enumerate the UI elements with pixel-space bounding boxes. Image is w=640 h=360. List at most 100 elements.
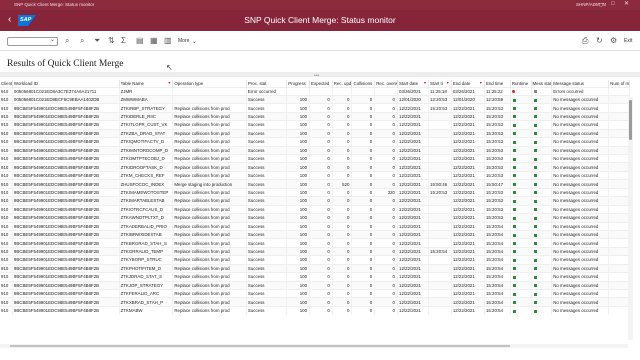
- exit-button[interactable]: Exit: [624, 38, 632, 44]
- table-cell: Replace collisions from prod: [172, 221, 247, 231]
- table-row[interactable]: 910 9BCBE5F549901EDC98E549BF5F4B8F2B ZTKM_…: [0, 170, 630, 180]
- table-cell: 15:20:54: [484, 238, 511, 248]
- sort-marker-icon: ▾: [168, 80, 171, 85]
- table-row[interactable]: 910 9BCBE5F549901EDC98E549BF5F4B8F2B ZTKIM…: [0, 196, 630, 206]
- table-cell: 0: [351, 153, 376, 163]
- more-button[interactable]: More: [178, 38, 189, 44]
- table-cell: Success: [246, 145, 288, 155]
- print-icon[interactable]: ▦: [150, 36, 158, 45]
- column-header-label: Client: [1, 80, 13, 86]
- table-row[interactable]: 910 9BCBE5F549901EDC98E549BF5F4B8F2B ZTKJD…: [0, 272, 630, 282]
- vertical-scrollbar[interactable]: [628, 97, 633, 340]
- table-row[interactable]: 910 9BCBE5F549901EDC98E549BF5F4B8F2B ZTKIT…: [0, 120, 630, 130]
- table-row[interactable]: 910 9BCBE5F549901EDC98E549BF5F4B8F2B ZTKYB…: [0, 255, 630, 265]
- column-header[interactable]: End date ▾: [451, 80, 485, 87]
- vertical-scroll-thumb[interactable]: [629, 100, 632, 140]
- table-row[interactable]: 910 9BCBE5F549901EDC98E549BF5F4B8F2B ZTKPH…: [0, 263, 630, 273]
- column-header[interactable]: Operation type: [172, 80, 247, 87]
- table-cell: 15:20:54: [484, 255, 511, 265]
- table-cell: 0: [351, 288, 376, 298]
- table-cell: [608, 280, 630, 290]
- column-header[interactable]: Client: [0, 80, 13, 87]
- table-row[interactable]: 910 9BCBE5F549901EDC98E549BF5F4B8F2B ZTKAD…: [0, 221, 630, 231]
- column-header[interactable]: Rec. upd: [332, 80, 353, 87]
- table-row[interactable]: 910 9BCBE5F549901EDC98E549BF5F4B8F2B ZTKAW…: [0, 213, 630, 222]
- table-cell: 12:20:53: [428, 94, 452, 104]
- table-row[interactable]: 910 9BCBE5F549901EDC98E549BF5F4B8F2B ZTKIO…: [0, 204, 630, 214]
- table-cell: No messages occurred: [551, 162, 610, 172]
- table-row[interactable]: 910 9BCBE5F549901EDC98E549BF5F4B8F2B ZTKJO…: [0, 280, 630, 290]
- sort-icon[interactable]: ⇅: [108, 36, 115, 45]
- sum-icon[interactable]: Σ: [121, 36, 126, 45]
- column-header[interactable]: Progress: [286, 80, 311, 87]
- table-row[interactable]: 910 9BCBE5F549901EDC98E549BF5F4B8F2B ZTKIR…: [0, 103, 630, 113]
- table-row[interactable]: 910 9BCBE5F549901EDC98E549BF5F4B8F2B ZTKIM…: [0, 187, 630, 197]
- table-cell: [531, 238, 553, 248]
- layout-select[interactable]: ⌄: [7, 37, 58, 46]
- column-header[interactable]: Collisions: [351, 80, 376, 87]
- table-row[interactable]: 910 9BCBE5F549901EDC98E549BF5F4B8F2B ZTKBR…: [0, 238, 630, 248]
- table-cell: [510, 255, 532, 265]
- column-header[interactable]: Num of me: [608, 80, 630, 87]
- splitter-grip-icon[interactable]: •••: [314, 73, 319, 79]
- minimize-icon[interactable]: —: [598, 1, 604, 8]
- column-header[interactable]: Message status: [551, 80, 610, 87]
- table-row[interactable]: 910 9BCBE5F549901EDC98E549BF5F4B8F2B ZTKIB…: [0, 229, 630, 239]
- column-header[interactable]: End time: [484, 80, 511, 87]
- filter-icon[interactable]: ⏷: [94, 36, 100, 46]
- run-status-icon: [512, 132, 516, 136]
- table-row[interactable]: 910 9BCBE5F549901EDC98E549BF5F4B8F2B ZTKZB…: [0, 128, 630, 138]
- table-cell: [531, 255, 553, 265]
- refresh-icon[interactable]: ↻: [596, 36, 603, 45]
- table-cell: 12/22/2021: [397, 162, 430, 172]
- column-header[interactable]: Start ti ▾: [428, 80, 452, 87]
- export-icon[interactable]: ▤: [136, 36, 144, 45]
- table-cell: Success: [246, 280, 288, 290]
- print-icon[interactable]: ⎙: [582, 36, 588, 46]
- table-cell: [608, 187, 630, 197]
- table-row[interactable]: 910 9BCBE5F549901EDC98E549BF5F4B8F2B ZTKMA…: [0, 305, 630, 315]
- table-cell: 15:20:53: [484, 111, 511, 121]
- table-row[interactable]: 910 9BCBE5F549901EDC98E549BF5F4B8F2B ZTKIQ…: [0, 137, 630, 147]
- table-row[interactable]: 910 9BCBE5F549901EDC98E549BF5F4B8F2B ZTKID…: [0, 111, 630, 121]
- find-next-icon[interactable]: ⌕: [80, 36, 84, 46]
- column-header[interactable]: Expected: [309, 80, 333, 87]
- settings-icon[interactable]: ⚙: [610, 36, 617, 45]
- table-cell: [286, 86, 311, 96]
- table-cell: [428, 196, 452, 206]
- table-row[interactable]: 910 005056801C021ED8BCF6C9EBAA1402DB ZMWWM…: [0, 94, 630, 104]
- column-header[interactable]: Table Name ▾: [119, 80, 174, 87]
- table-cell: 910: [0, 137, 13, 147]
- column-header-label: End time: [485, 80, 504, 86]
- table-row[interactable]: 910 9BCBE5F549901EDC98E549BF5F4B8F2B ZTKI3…: [0, 153, 630, 163]
- table-cell: 9BCBE5F549901EDC98E549BF5F4B8F2B: [12, 179, 120, 189]
- splitter-band[interactable]: [0, 72, 640, 77]
- search-icon[interactable]: ⌕: [65, 36, 69, 46]
- table-row[interactable]: 910 9BCBE5F549901EDC98E549BF5F4B8F2B ZTKGR…: [0, 246, 630, 256]
- layout-icon[interactable]: ▥: [164, 36, 172, 45]
- column-header[interactable]: Mess stat: [531, 80, 553, 87]
- horizontal-scrollbar[interactable]: [0, 344, 628, 348]
- horizontal-scroll-thumb[interactable]: [10, 345, 510, 347]
- column-header[interactable]: Proc. stat: [246, 80, 288, 87]
- column-header[interactable]: Runtime: [510, 80, 532, 87]
- table-row[interactable]: 910 9BCBE5F549901EDC98E549BF5F4B8F2B ZTKID…: [0, 162, 630, 172]
- table-row[interactable]: 910 9BCBE5F549901EDC98E549BF5F4B8F2B ZHUSF…: [0, 179, 630, 189]
- table-cell: [428, 128, 452, 138]
- maximize-icon[interactable]: □: [611, 1, 615, 8]
- table-row[interactable]: 910 005056801C021ED8A3C7E374A6A21711 ZJMR E…: [0, 86, 630, 96]
- table-cell: ZJMR: [119, 86, 174, 96]
- close-icon[interactable]: ✕: [624, 1, 629, 8]
- table-cell: 0: [374, 229, 398, 239]
- column-header[interactable]: Start date ▾: [397, 80, 430, 87]
- more-chevron-icon[interactable]: ⌄: [192, 38, 197, 45]
- table-row[interactable]: 910 9BCBE5F549901EDC98E549BF5F4B8F2B ZTKFE…: [0, 288, 630, 298]
- column-header[interactable]: Rec. overw: [374, 80, 398, 87]
- column-header[interactable]: Workload ID: [12, 80, 120, 87]
- run-status-icon: [512, 241, 516, 245]
- table-cell: 910: [0, 280, 13, 290]
- table-cell: 0: [374, 305, 398, 315]
- table-row[interactable]: 910 9BCBE5F549901EDC98E549BF5F4B8F2B ZTKXB…: [0, 297, 630, 307]
- table-row[interactable]: 910 9BCBE5F549901EDC98E549BF5F4B8F2B ZTKIM…: [0, 145, 630, 155]
- table-cell: Success: [246, 213, 288, 222]
